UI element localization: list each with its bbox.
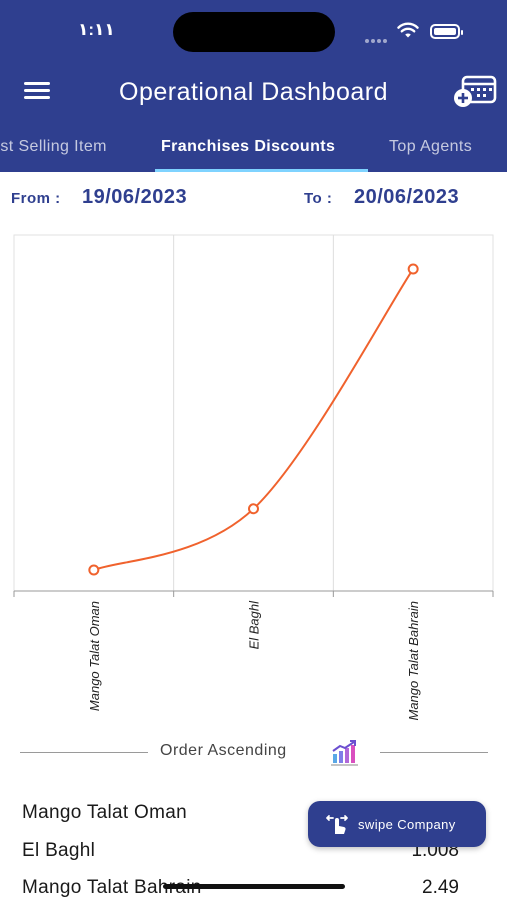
swipe-company-label: swipe Company	[358, 817, 456, 832]
from-label: From :	[11, 190, 61, 207]
tab-franchises-discounts[interactable]: Franchises Discounts	[161, 138, 335, 156]
chart-x-tick-label: Mango Talat Oman	[87, 601, 102, 711]
tab-top-agents[interactable]: Top Agents	[389, 138, 472, 156]
status-bar: ١:١١	[0, 0, 507, 62]
chart-trend-icon[interactable]	[330, 739, 360, 767]
list-item-value: 2.49	[422, 877, 459, 898]
active-tab-indicator	[155, 169, 368, 172]
chart-series-line	[93, 268, 414, 571]
list-item-name: Mango Talat Oman	[22, 802, 187, 823]
from-date-value[interactable]: 19/06/2023	[82, 186, 187, 209]
to-date-value[interactable]: 20/06/2023	[354, 186, 459, 209]
list-item-name: El Baghl	[22, 840, 96, 861]
to-label: To :	[304, 190, 333, 207]
tab-bar: Best Selling Item Franchises Discounts T…	[0, 124, 507, 172]
chart-plot-border	[13, 234, 494, 592]
list-item[interactable]: Mango Talat Bahrain 2.49	[0, 871, 507, 907]
dynamic-island	[173, 12, 335, 52]
order-ascending-label[interactable]: Order Ascending	[160, 742, 287, 760]
battery-icon	[430, 24, 463, 39]
calendar-add-icon[interactable]	[453, 74, 497, 108]
app-header: ١:١١ Operational Dashboard Best Selling …	[0, 0, 507, 172]
cellular-signal-icon	[365, 30, 391, 43]
tab-best-selling-item[interactable]: Best Selling Item	[0, 138, 107, 156]
wifi-icon	[397, 22, 419, 38]
home-indicator	[163, 884, 345, 889]
swipe-company-button[interactable]: swipe Company	[308, 801, 486, 847]
date-filter: From : 19/06/2023 To : 20/06/2023	[0, 182, 507, 216]
swipe-hand-icon	[326, 815, 348, 834]
chart-x-tick-label: El Baghl	[247, 600, 262, 650]
divider-left	[20, 752, 148, 753]
order-toggle: Order Ascending	[0, 736, 507, 768]
chart-x-tick-label: Mango Talat Bahrain	[406, 601, 421, 721]
chart-data-point	[248, 503, 259, 515]
page-title: Operational Dashboard	[119, 78, 388, 106]
chart-data-point	[88, 564, 100, 576]
status-time: ١:١١	[78, 20, 115, 39]
chart-data-point	[407, 263, 419, 275]
discounts-line-chart: Mango Talat Oman El Baghl Mango Talat Bahr…	[13, 234, 494, 721]
divider-right	[380, 752, 488, 753]
